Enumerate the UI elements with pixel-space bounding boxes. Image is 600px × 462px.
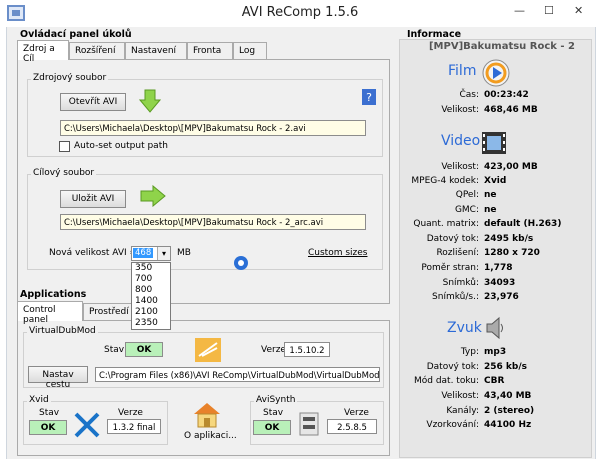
vdm-version-label: Verze [261,345,286,355]
target-group-label: Cílový soubor [31,168,97,178]
arrow-down-icon [139,89,161,113]
speaker-icon [486,316,503,340]
video-qpel-label: QPel: [455,190,479,200]
chevron-down-icon[interactable]: ▾ [157,247,170,260]
video-gmc-value: ne [484,205,497,215]
video-qpel-value: ne [484,190,497,200]
title-bar[interactable]: AVI ReComp 1.5.6 — ☐ ✕ [0,0,600,28]
app-window: AVI ReComp 1.5.6 — ☐ ✕ Ovládací panel úk… [0,0,600,462]
audio-type-value: mp3 [484,347,507,357]
audio-channels-label: Kanály: [446,406,479,416]
film-time-label: Čas: [459,90,479,100]
tab-queue[interactable]: Fronta [187,42,233,60]
audio-bitrate-label: Datový tok: [426,362,479,372]
autoset-checkbox[interactable] [59,141,70,152]
xvid-logo-icon [74,412,100,438]
vdm-status-badge: OK [125,342,163,357]
size-option[interactable]: 800 [132,285,170,296]
film-play-icon [482,59,510,87]
client-area: Ovládací panel úkolů Zdroj a Cíl Rozšíře… [6,27,596,459]
set-path-button[interactable]: Nastav cestu [28,366,88,390]
video-quant-label: Quant. matrix: [413,219,479,229]
info-filename: [MPV]Bakumatsu Rock - 2 [428,41,576,52]
open-avi-button[interactable]: Otevřít AVI [60,93,126,111]
tab-source-target[interactable]: Zdroj a Cíl [17,40,69,64]
size-combo[interactable]: 468 ▾ [131,246,171,261]
size-unit-label: MB [177,248,191,258]
tab-control-panel[interactable]: Control panel [17,301,83,325]
size-option[interactable]: 700 [132,274,170,285]
size-combo-value: 468 [133,248,154,258]
video-frames-value: 34093 [484,278,516,288]
arrow-right-icon [140,185,166,207]
audio-samplerate-value: 44100 Hz [484,420,532,430]
video-codec-label: MPEG-4 kodek: [411,176,479,186]
size-option[interactable]: 2100 [132,307,170,318]
video-bitrate-value: 2495 kb/s [484,234,534,244]
xvid-version-label: Verze [118,408,143,418]
avisynth-status-badge: OK [253,420,291,435]
video-bitrate-label: Datový tok: [426,234,479,244]
virtualdubmod-icon [195,338,221,362]
applications-title: Applications [20,289,87,300]
size-option[interactable]: 350 [132,263,170,274]
audio-mode-label: Mód dat. toku: [413,376,479,386]
tab-log[interactable]: Log [233,42,267,60]
tab-extensions[interactable]: Rozšíření [69,42,125,60]
xvid-group-label: Xvid [27,395,51,405]
video-resolution-label: Rozlišení: [436,248,479,258]
audio-samplerate-label: Vzorkování: [426,420,479,430]
size-dropdown-list: 350 700 800 1400 2100 2350 [131,262,171,330]
film-size-label: Velikost: [441,105,479,115]
source-path-field[interactable]: C:\Users\Michaela\Desktop\[MPV]Bakumatsu… [60,120,366,136]
new-size-label: Nová velikost AVI = [49,248,138,258]
window-title: AVI ReComp 1.5.6 [241,5,359,20]
task-panel-title: Ovládací panel úkolů [20,29,132,40]
video-resolution-value: 1280 x 720 [484,248,540,258]
video-heading: Video [441,133,481,149]
video-aspect-value: 1,778 [484,263,513,273]
video-size-label: Velikost: [441,162,479,172]
video-frames-label: Snímků: [442,278,479,288]
minimize-button[interactable]: — [514,4,525,17]
vdm-group-label: VirtualDubMod [27,326,98,336]
close-button[interactable]: ✕ [574,4,583,17]
avisynth-state-label: Stav [263,408,284,418]
audio-mode-value: CBR [484,376,505,386]
video-codec-value: Xvid [484,176,507,186]
audio-size-label: Velikost: [441,391,479,401]
film-size-value: 468,46 MB [484,105,538,115]
video-size-value: 423,00 MB [484,162,538,172]
video-aspect-label: Poměr stran: [421,263,479,273]
video-quant-value: default (H.263) [484,219,562,229]
size-option[interactable]: 2350 [132,318,170,329]
audio-heading: Zvuk [447,320,482,336]
video-fps-value: 23,976 [484,292,519,302]
video-fps-label: Snímků/s.: [432,292,479,302]
audio-channels-value: 2 (stereo) [484,406,535,416]
film-time-value: 00:23:42 [484,90,529,100]
size-option[interactable]: 1400 [132,296,170,307]
audio-type-label: Typ: [460,347,479,357]
audio-size-value: 43,40 MB [484,391,532,401]
avisynth-group-label: AviSynth [254,395,298,405]
video-film-icon [482,132,506,154]
xvid-state-label: Stav [39,408,60,418]
vdm-state-label: Stav [104,345,125,355]
tab-settings[interactable]: Nastavení [125,42,187,60]
video-gmc-label: GMC: [454,205,479,215]
xvid-version-field: 1.3.2 final [107,419,161,434]
audio-bitrate-value: 256 kb/s [484,362,527,372]
autoset-label: Auto-set output path [74,141,168,151]
busy-indicator-icon [234,256,248,270]
about-link[interactable]: O aplikaci... [184,431,237,441]
maximize-button[interactable]: ☐ [544,4,554,17]
save-avi-button[interactable]: Uložit AVI [60,190,126,208]
xvid-status-badge: OK [29,420,67,435]
source-group-label: Zdrojový soubor [31,73,109,83]
home-icon[interactable] [193,402,221,428]
film-heading: Film [448,63,477,79]
